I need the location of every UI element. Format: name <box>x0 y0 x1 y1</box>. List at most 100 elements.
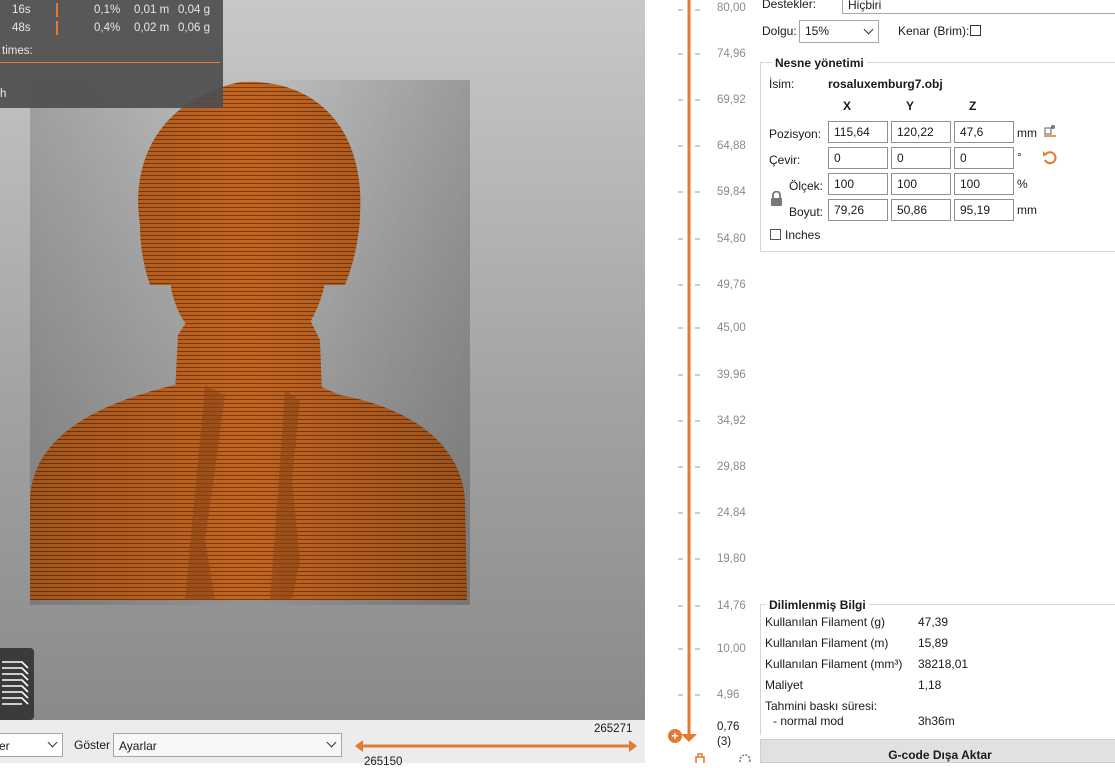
layer-height-label: 10,00 <box>717 643 746 655</box>
layer-height-label: 24,84 <box>717 507 746 519</box>
layer-slider[interactable] <box>675 0 715 763</box>
show-label: Göster <box>74 738 111 752</box>
object-name-label: İsim: <box>769 77 795 91</box>
layer-height-label: 45,00 <box>717 322 746 334</box>
size-unit: mm <box>1017 203 1037 217</box>
scale-label: Ölçek: <box>789 179 824 193</box>
model-preview[interactable] <box>0 0 645 720</box>
layer-height-label: 59,84 <box>717 186 746 198</box>
filament-m-value: 15,89 <box>918 636 949 650</box>
position-x-field[interactable]: 115,64 <box>828 121 888 143</box>
layer-slider-area: 80,00 74,96 69,92 64,88 59,84 54,80 49,7… <box>645 0 755 763</box>
filament-m-label: Kullanılan Filament (m) <box>765 636 889 650</box>
layer-height-label: 49,76 <box>717 279 746 291</box>
filament-g-value: 47,39 <box>918 615 949 629</box>
move-slider[interactable] <box>355 740 637 752</box>
inches-checkbox[interactable] <box>770 229 781 240</box>
infill-select[interactable]: 15% <box>799 20 879 43</box>
sliced-info-title: Dilimlenmiş Bilgi <box>766 598 869 612</box>
infill-label: Dolgu: <box>762 24 797 38</box>
slider-high-thumb[interactable] <box>629 740 637 752</box>
supports-value: Hiçbiri <box>848 0 882 12</box>
layer-height-label: 80,00 <box>717 2 746 14</box>
rotation-unit: ° <box>1017 150 1022 164</box>
chevron-down-icon <box>326 737 337 748</box>
export-gcode-button[interactable]: G-code Dışa Aktar <box>760 739 1115 763</box>
object-name-value: rosaluxemburg7.obj <box>828 77 943 91</box>
stat-bar <box>56 3 58 17</box>
scale-y-field[interactable]: 100 <box>891 173 951 195</box>
size-z-field[interactable]: 95,19 <box>954 199 1014 221</box>
brim-checkbox[interactable] <box>970 25 981 36</box>
show-select[interactable]: Ayarlar <box>113 733 342 757</box>
position-label: Pozisyon: <box>769 127 822 141</box>
stats-row: 48s 0,4% 0,02 m 0,06 g <box>0 20 223 38</box>
normal-mode-label: - normal mod <box>773 714 844 728</box>
stat-meters: 0,01 m <box>134 4 170 16</box>
stats-row: 16s 0,1% 0,01 m 0,04 g <box>0 2 223 20</box>
filament-mm3-value: 38218,01 <box>918 657 969 671</box>
layer-height-label: 4,96 <box>717 689 740 701</box>
axis-z-label: Z <box>969 99 977 113</box>
gear-icon[interactable] <box>738 752 752 763</box>
layer-height-label: 39,96 <box>717 369 746 381</box>
size-x-field[interactable]: 79,26 <box>828 199 888 221</box>
rotation-x-field[interactable]: 0 <box>828 147 888 169</box>
cost-label: Maliyet <box>765 678 804 692</box>
filament-g-label: Kullanılan Filament (g) <box>765 615 886 629</box>
slider-low-thumb[interactable] <box>355 740 363 752</box>
current-layer-number: (3) <box>717 736 732 748</box>
layer-height-label: 69,92 <box>717 94 746 106</box>
stat-percent: 0,1% <box>94 4 121 16</box>
stats-times-label: times: <box>2 45 33 57</box>
stats-h-label: h <box>0 88 7 100</box>
scale-unit: % <box>1017 177 1028 191</box>
show-value: Ayarlar <box>119 739 157 753</box>
drop-to-bed-icon[interactable] <box>1044 124 1056 137</box>
stat-time: 16s <box>12 4 31 16</box>
cost-value: 1,18 <box>918 678 942 692</box>
rotation-z-field[interactable]: 0 <box>954 147 1014 169</box>
print-time-label: Tahmini baskı süresi: <box>765 699 878 713</box>
current-layer-height: 0,76 <box>717 721 740 733</box>
stat-time: 48s <box>12 22 31 34</box>
layer-height-label: 54,80 <box>717 233 746 245</box>
supports-label: Destekler: <box>762 0 817 11</box>
3d-viewport[interactable]: 16s 0,1% 0,01 m 0,04 g 48s 0,4% 0,02 m 0… <box>0 0 645 720</box>
layer-slider-thumb[interactable] <box>681 734 697 742</box>
layer-height-label: 14,76 <box>717 600 746 612</box>
reset-rotation-icon[interactable] <box>1042 149 1057 165</box>
position-y-field[interactable]: 120,22 <box>891 121 951 143</box>
layer-height-label: 19,80 <box>717 553 746 565</box>
stat-meters: 0,02 m <box>134 22 170 34</box>
layer-height-label: 34,92 <box>717 415 746 427</box>
chevron-down-icon <box>47 737 58 748</box>
stat-bar <box>56 21 58 35</box>
chevron-down-icon <box>863 24 874 35</box>
bust-model[interactable] <box>30 80 470 605</box>
print-stats-overlay: 16s 0,1% 0,01 m 0,04 g 48s 0,4% 0,02 m 0… <box>0 0 223 108</box>
add-color-change-button[interactable]: + <box>668 729 682 743</box>
axis-y-label: Y <box>906 99 915 113</box>
move-slider-high-value: 265271 <box>594 723 633 735</box>
layer-height-label: 29,88 <box>717 461 746 473</box>
supports-select[interactable]: Hiçbiri <box>842 0 1115 14</box>
infill-value: 15% <box>805 24 830 38</box>
view-type-select[interactable]: er <box>0 733 63 757</box>
normal-mode-time: 3h36m <box>918 714 955 728</box>
layers-view-button[interactable] <box>0 648 34 720</box>
stat-percent: 0,4% <box>94 22 121 34</box>
size-y-field[interactable]: 50,86 <box>891 199 951 221</box>
lock-icon[interactable] <box>694 753 706 763</box>
object-manipulation-title: Nesne yönetimi <box>772 56 867 70</box>
scale-x-field[interactable]: 100 <box>828 173 888 195</box>
stat-grams: 0,06 g <box>178 22 210 34</box>
position-z-field[interactable]: 47,6 <box>954 121 1014 143</box>
lock-icon[interactable] <box>770 191 783 206</box>
move-slider-low-value: 265150 <box>364 756 403 768</box>
rotation-y-field[interactable]: 0 <box>891 147 951 169</box>
inches-label: Inches <box>785 228 821 242</box>
size-label: Boyut: <box>789 205 824 219</box>
scale-z-field[interactable]: 100 <box>954 173 1014 195</box>
brim-label: Kenar (Brim): <box>898 24 970 38</box>
